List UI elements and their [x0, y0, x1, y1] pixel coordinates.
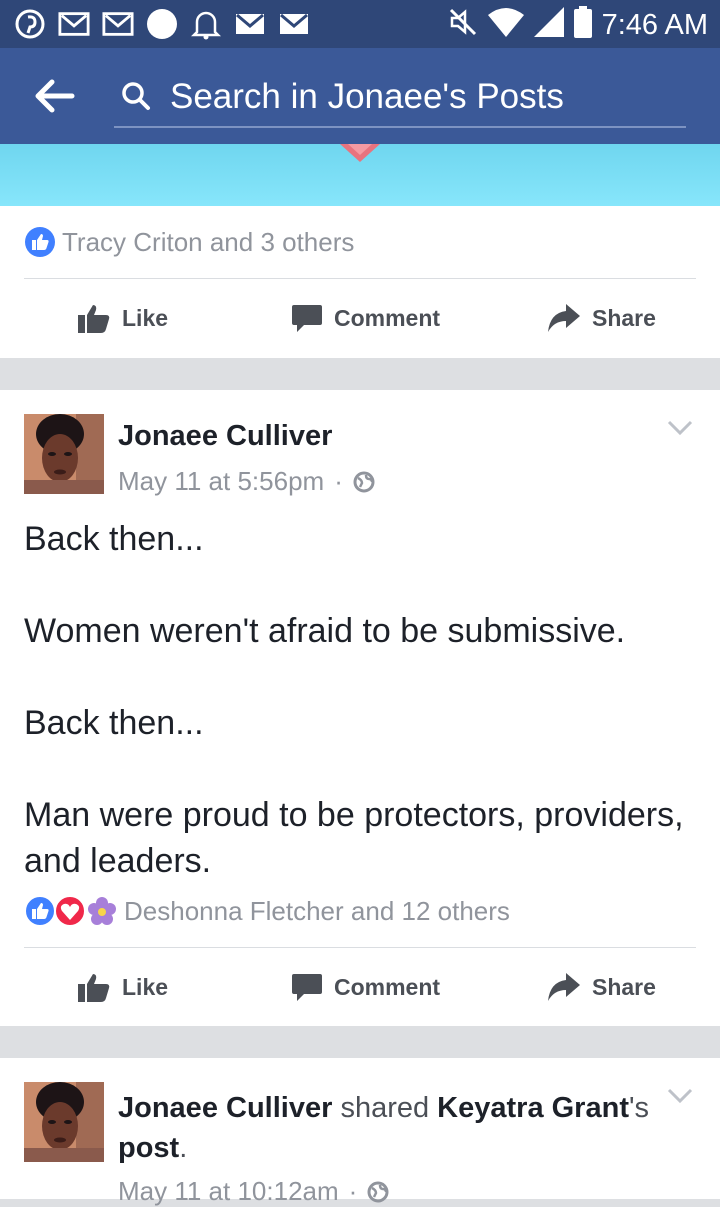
thumbs-up-icon — [78, 305, 110, 333]
thumbs-up-icon — [78, 974, 110, 1002]
like-button[interactable]: Like — [78, 278, 168, 358]
reactions-text: Deshonna Fletcher and 12 others — [124, 895, 510, 926]
gmail-icon — [102, 8, 134, 40]
photo-decoration — [340, 144, 380, 162]
post-actions: Like Comment Share — [0, 278, 720, 358]
reactions-text: Tracy Criton and 3 others — [62, 226, 355, 257]
love-reaction-icon — [54, 895, 86, 927]
post-card-1: Tracy Criton and 3 others Like Comment S… — [0, 206, 720, 358]
chevron-down-icon[interactable] — [666, 1086, 694, 1106]
search-header — [0, 48, 720, 144]
author-name[interactable]: Jonaee Culliver — [118, 1092, 332, 1124]
meta-separator: · — [348, 1176, 358, 1206]
back-arrow-icon — [35, 79, 75, 113]
search-box[interactable] — [114, 70, 686, 128]
shared-post-link[interactable]: post — [118, 1132, 179, 1164]
shared-word: shared — [340, 1092, 430, 1124]
comment-icon — [292, 305, 322, 332]
comment-button[interactable]: Comment — [292, 947, 440, 1027]
post-actions: Like Comment Share — [0, 947, 720, 1027]
back-button[interactable] — [32, 76, 76, 116]
share-button[interactable]: Share — [548, 278, 656, 358]
mute-icon — [448, 7, 478, 42]
post-line: Women weren't afraid to be submissive. — [24, 612, 626, 650]
share-button[interactable]: Share — [548, 947, 656, 1027]
post-line: Man were proud to be protectors, provide… — [24, 796, 684, 880]
post-line: Back then... — [24, 704, 204, 742]
bell-icon — [190, 8, 222, 40]
like-reaction-icon — [25, 227, 55, 257]
clock-time: 7:46 AM — [601, 8, 708, 41]
reactions-summary[interactable]: Tracy Criton and 3 others — [24, 226, 354, 258]
mail-icon — [234, 8, 266, 40]
search-icon — [122, 82, 150, 110]
share-icon — [548, 304, 580, 332]
period: . — [179, 1132, 188, 1164]
reactions-summary[interactable]: Deshonna Fletcher and 12 others — [24, 895, 510, 927]
globe-icon — [367, 1181, 389, 1202]
post-time[interactable]: May 11 at 5:56pm — [118, 466, 324, 497]
like-reaction-icon — [24, 895, 56, 927]
post-photo[interactable] — [0, 144, 720, 206]
wifi-icon — [487, 7, 524, 42]
possessive: 's — [628, 1092, 650, 1124]
globe-icon — [353, 471, 375, 492]
author-name[interactable]: Jonaee Culliver — [118, 420, 332, 453]
mail-icon — [278, 8, 310, 40]
flower-reaction-icon — [88, 897, 116, 925]
signal-icon — [533, 7, 564, 42]
post-meta: May 11 at 10:12am · — [118, 1176, 389, 1207]
avatar[interactable] — [24, 1082, 104, 1162]
pinterest-icon — [14, 8, 46, 40]
post-card-3: Jonaee Culliver shared Keyatra Grant's p… — [0, 1058, 720, 1206]
post-card-2: Jonaee Culliver May 11 at 5:56pm · Back … — [0, 390, 720, 1026]
post-meta: May 11 at 5:56pm · — [118, 466, 375, 497]
post-time[interactable]: May 11 at 10:12am — [118, 1176, 339, 1207]
shared-headline: Jonaee Culliver shared Keyatra Grant's p… — [118, 1088, 678, 1168]
gmail-icon — [58, 8, 90, 40]
shared-owner-name[interactable]: Keyatra Grant — [437, 1092, 629, 1124]
comment-button[interactable]: Comment — [292, 278, 440, 358]
post-body: Back then... Women weren't afraid to be … — [24, 516, 696, 884]
search-input[interactable] — [168, 72, 672, 122]
post-line: Back then... — [24, 520, 204, 558]
like-button[interactable]: Like — [78, 947, 168, 1027]
meta-separator: · — [334, 466, 343, 496]
chevron-down-icon[interactable] — [666, 418, 694, 438]
status-bar: 7:46 AM — [0, 0, 720, 48]
avatar[interactable] — [24, 414, 104, 494]
share-icon — [548, 973, 580, 1001]
circle-icon — [146, 8, 178, 40]
battery-icon — [573, 6, 592, 43]
comment-icon — [292, 974, 322, 1001]
